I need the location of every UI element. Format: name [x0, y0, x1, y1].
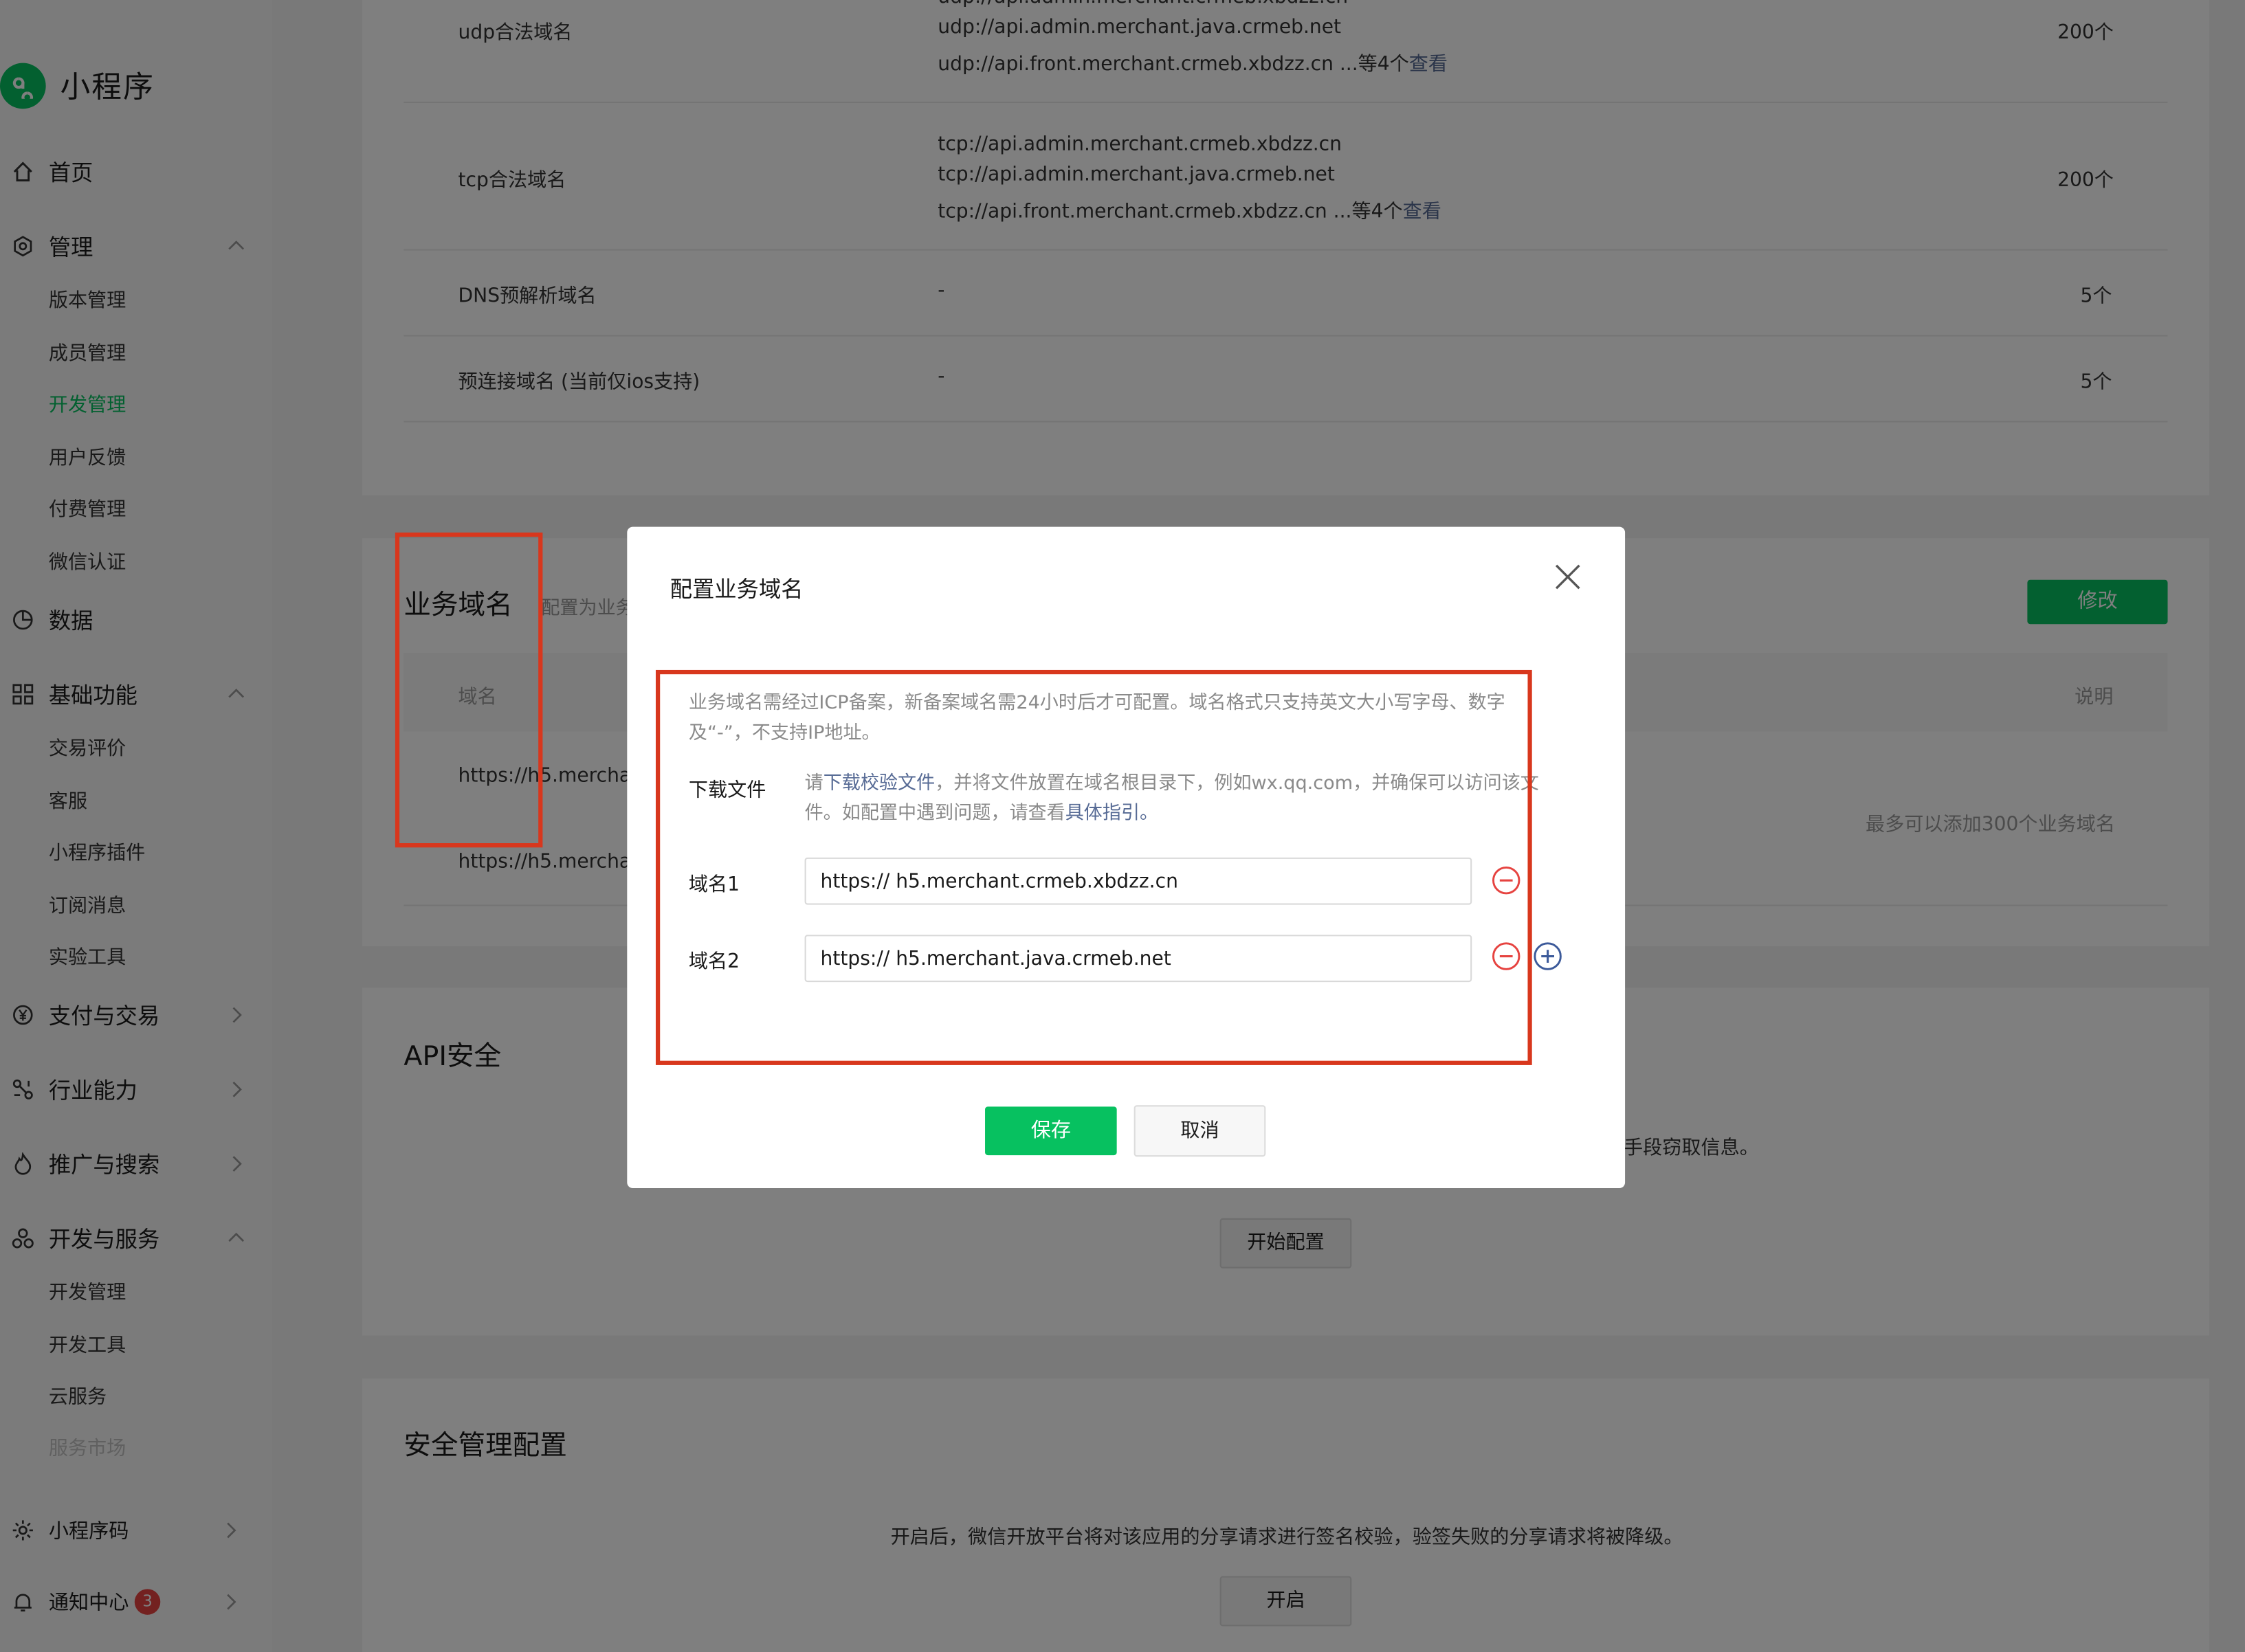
dialog-title: 配置业务域名: [670, 577, 804, 603]
annotation-highlight-box: [395, 532, 543, 848]
annotation-highlight-box: [655, 669, 1532, 1065]
save-button[interactable]: 保存: [985, 1106, 1117, 1156]
cancel-button[interactable]: 取消: [1133, 1105, 1266, 1157]
add-domain-icon[interactable]: [1534, 942, 1562, 971]
close-icon[interactable]: [1552, 561, 1584, 593]
